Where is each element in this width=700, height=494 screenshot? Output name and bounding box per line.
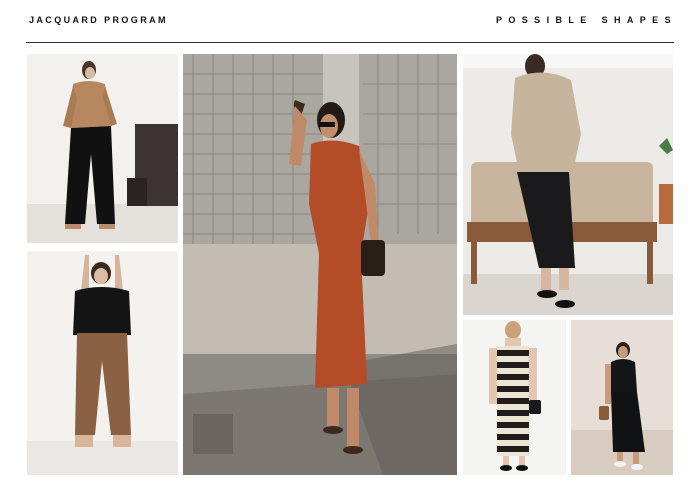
photo-camel-sweater-black-trousers <box>27 54 178 243</box>
photo-black-top-brown-trousers <box>27 251 178 475</box>
photo-beige-sweater-black-skirt <box>463 54 673 315</box>
photo-rust-tshirt-dress <box>183 54 457 475</box>
page-title: JACQUARD PROGRAM <box>29 15 168 25</box>
page-subtitle: POSSIBLE SHAPES <box>495 15 677 25</box>
photo-black-tshirt-black-skirt <box>571 320 673 475</box>
header-divider <box>26 42 674 43</box>
photo-striped-knit-dress <box>463 320 566 475</box>
